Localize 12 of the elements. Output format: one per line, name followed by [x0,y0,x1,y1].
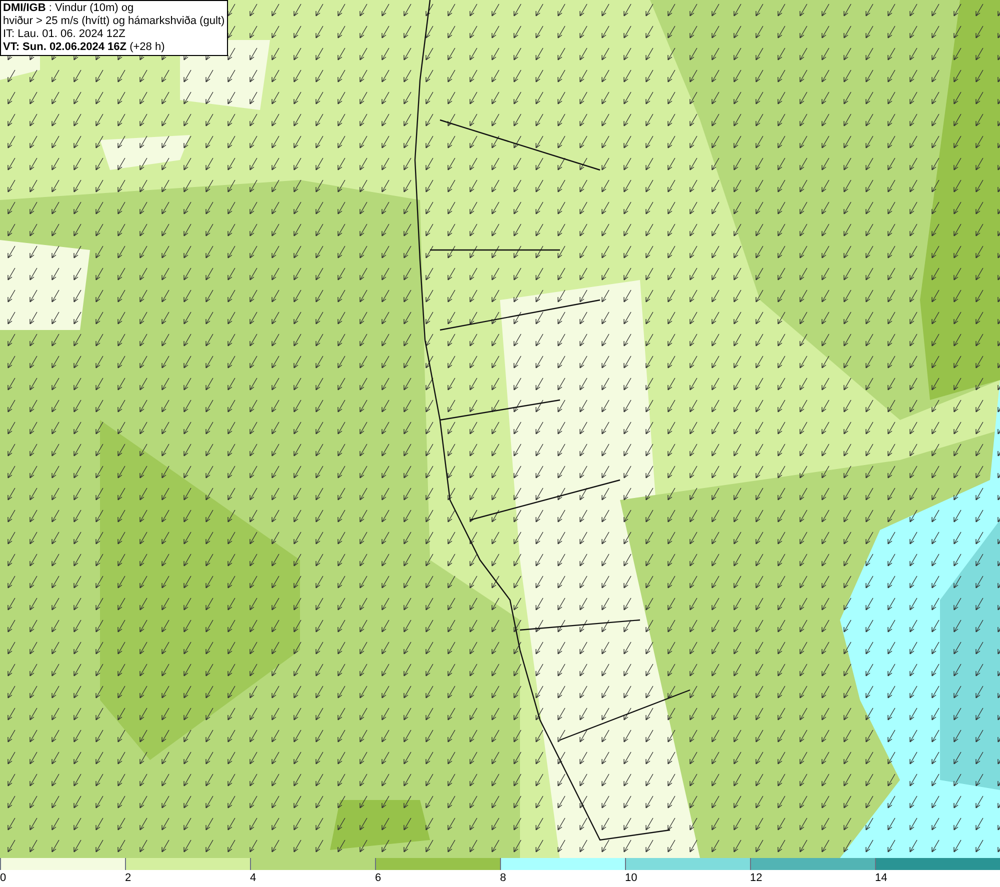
legend-label: 8 [500,871,506,886]
legend-label: 6 [375,871,382,886]
legend-label: 4 [250,871,256,886]
legend-label: 12 [750,871,762,886]
title-line: IT: Lau. 01. 06. 2024 12Z [3,28,126,41]
legend-label: 0 [0,871,6,886]
title-line: VT: Sun. 02.06.2024 16Z (+28 h) [3,41,166,54]
legend-label: 2 [125,871,132,886]
title-line: hviður > 25 m/s (hvítt) og hámarkshviða (gult) [3,15,225,28]
legend-label: 10 [625,871,638,886]
legend-label: 14 [875,871,888,886]
title-line: DMI/IGB : Vindur (10m) og [3,2,135,15]
